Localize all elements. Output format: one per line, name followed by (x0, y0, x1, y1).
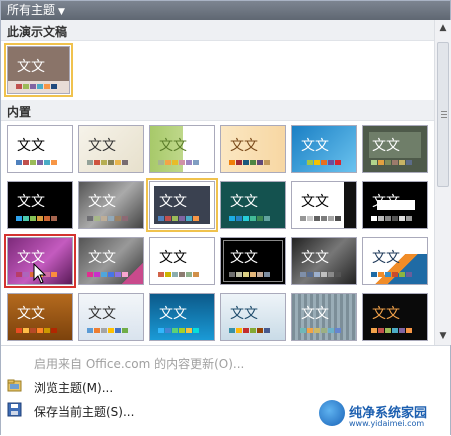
theme-thumbnail[interactable]: 文文 (220, 237, 286, 285)
theme-color-swatches (16, 328, 57, 333)
theme-color-swatches (229, 160, 270, 165)
theme-sample-text: 文文 (88, 306, 116, 322)
theme-thumbnail[interactable]: 文文 (78, 125, 144, 173)
theme-filter-bar[interactable]: 所有主题 ▼ (1, 1, 450, 20)
theme-color-swatches (16, 216, 57, 221)
theme-thumbnail[interactable]: 文文 (7, 293, 73, 341)
theme-sample-text: 文文 (301, 306, 329, 322)
theme-sample-text: 文文 (372, 194, 400, 210)
theme-thumbnail[interactable]: 文文 (7, 125, 73, 173)
theme-sample-text: 文文 (230, 138, 258, 154)
theme-thumbnail[interactable]: 文文 (362, 237, 428, 285)
theme-thumbnail[interactable]: 文文 (220, 293, 286, 341)
menu-item-browse-themes[interactable]: 浏览主题(M)... (1, 375, 450, 397)
theme-sample-text: 文文 (159, 194, 187, 210)
theme-thumbnail[interactable]: 文文 (291, 237, 357, 285)
theme-color-swatches (16, 84, 57, 89)
theme-color-swatches (87, 160, 128, 165)
theme-thumbnail[interactable]: 文文 (78, 237, 144, 285)
theme-color-swatches (300, 328, 341, 333)
theme-sample-text: 文文 (372, 306, 400, 322)
theme-thumbnail[interactable]: 文文 (149, 237, 215, 285)
menu-item-label: 保存当前主题(S)... (34, 405, 135, 419)
menu-item-label: 浏览主题(M)... (34, 381, 114, 395)
theme-color-swatches (87, 272, 128, 277)
chevron-down-icon: ▼ (58, 7, 65, 17)
save-icon (7, 402, 22, 417)
section-builtin-label: 内置 (7, 105, 32, 119)
theme-color-swatches (300, 216, 341, 221)
theme-sample-text: 文文 (17, 194, 45, 210)
theme-color-swatches (371, 160, 412, 165)
theme-thumbnail[interactable]: 文文 (78, 181, 144, 229)
theme-color-swatches (158, 272, 199, 277)
theme-sample-text: 文文 (159, 138, 187, 154)
theme-thumbnail[interactable]: 文文 (362, 293, 428, 341)
theme-color-swatches (158, 328, 199, 333)
theme-sample-text: 文文 (17, 138, 45, 154)
theme-sample-text: 文文 (159, 250, 187, 266)
theme-color-swatches (16, 160, 57, 165)
folder-icon (7, 379, 22, 392)
theme-sample-text: 文文 (17, 306, 45, 322)
theme-color-swatches (158, 160, 199, 165)
theme-sample-text: 文文 (159, 306, 187, 322)
theme-gallery-panel: 所有主题 ▼ 此演示文稿 文文 内置 文文 文文 文文 文文 文文 文文 文文 … (0, 0, 451, 436)
theme-color-swatches (371, 272, 412, 277)
theme-color-swatches (87, 328, 128, 333)
theme-thumbnail[interactable]: 文文 (78, 293, 144, 341)
theme-color-swatches (229, 328, 270, 333)
theme-sample-text: 文文 (230, 306, 258, 322)
theme-color-swatches (300, 160, 341, 165)
theme-thumbnail[interactable]: 文文 (362, 181, 428, 229)
section-builtin: 内置 (1, 100, 434, 121)
theme-thumbnail[interactable]: 文文 (7, 181, 73, 229)
section-current-label: 此演示文稿 (7, 25, 68, 39)
theme-sample-text: 文文 (372, 250, 400, 266)
theme-thumbnail[interactable]: 文文 (146, 178, 218, 232)
theme-color-swatches (158, 216, 199, 221)
menu-item-enable-updates[interactable]: 启用来自 Office.com 的内容更新(O)... (1, 351, 450, 373)
theme-sample-text: 文文 (301, 194, 329, 210)
theme-filter-dropdown[interactable]: 所有主题 ▼ (7, 3, 65, 20)
theme-sample-text: 文文 (301, 250, 329, 266)
scrollbar-thumb[interactable] (437, 42, 449, 187)
theme-color-swatches (371, 216, 412, 221)
theme-thumbnail[interactable]: 文文 (291, 293, 357, 341)
current-theme-thumbnail[interactable]: 文文 (4, 43, 73, 97)
theme-sample-text: 文文 (88, 250, 116, 266)
theme-thumbnail[interactable]: 文文 (291, 125, 357, 173)
theme-color-swatches (371, 328, 412, 333)
theme-color-swatches (229, 272, 270, 277)
theme-sample-text: 文文 (230, 250, 258, 266)
theme-sample-text: 文文 (88, 194, 116, 210)
theme-sample-text: 文文 (372, 138, 400, 154)
mouse-cursor-icon (33, 263, 47, 284)
theme-thumbnail[interactable]: 文文 (220, 125, 286, 173)
theme-color-swatches (300, 272, 341, 277)
theme-thumbnail[interactable]: 文文 (149, 125, 215, 173)
theme-thumbnail[interactable]: 文文 (362, 125, 428, 173)
theme-thumbnail[interactable]: 文文 (291, 181, 357, 229)
theme-thumbnail[interactable]: 文文 (220, 181, 286, 229)
watermark-logo-icon (319, 400, 345, 426)
theme-sample-text: 文文 (230, 194, 258, 210)
scroll-down-icon[interactable]: ▼ (435, 328, 451, 344)
section-current-presentation: 此演示文稿 (1, 20, 434, 41)
gallery-scrollbar[interactable]: ▲ ▼ (434, 20, 451, 345)
theme-sample-text: 文文 (17, 59, 45, 75)
menu-item-label: 启用来自 Office.com 的内容更新(O)... (34, 357, 245, 371)
theme-sample-text: 文文 (301, 138, 329, 154)
theme-color-swatches (229, 216, 270, 221)
watermark-url: www.yidaimei.com (349, 419, 425, 428)
theme-sample-text: 文文 (88, 138, 116, 154)
scroll-up-icon[interactable]: ▲ (435, 20, 451, 36)
theme-filter-label: 所有主题 (7, 3, 56, 17)
theme-color-swatches (87, 216, 128, 221)
theme-thumbnail[interactable]: 文文 (149, 293, 215, 341)
